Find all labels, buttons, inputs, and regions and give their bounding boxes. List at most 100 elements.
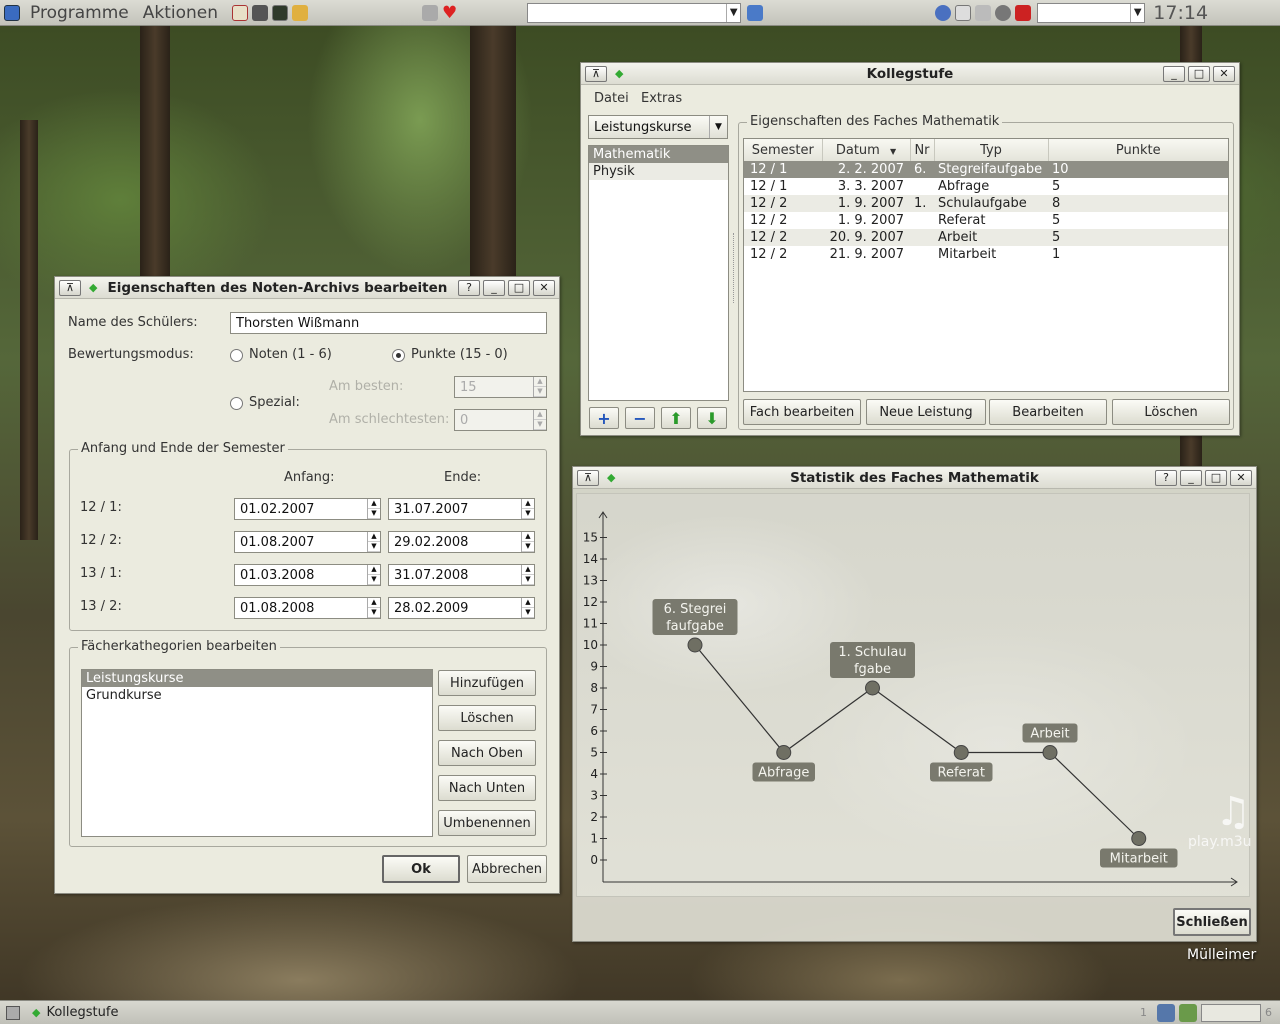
cancel-button[interactable]: Abbrechen	[467, 855, 547, 883]
task-kollegstufe[interactable]: Kollegstufe	[46, 1005, 118, 1020]
radio-spezial-label[interactable]: Spezial:	[249, 395, 300, 410]
help-button[interactable]: ?	[458, 279, 480, 296]
move-down-button[interactable]: ⬇	[697, 407, 727, 429]
table-row[interactable]: 12 / 2 20. 9. 2007 Arbeit 5	[744, 229, 1228, 246]
category-list[interactable]: Leistungskurse Grundkurse	[81, 669, 433, 837]
table-row[interactable]: 12 / 1 2. 2. 2007 6. Stegreifaufgabe 10	[744, 161, 1228, 178]
semester-start-date[interactable]: 01.02.2007 ▲ ▼	[234, 498, 381, 520]
delete-grade-button[interactable]: Löschen	[1112, 399, 1230, 425]
window-menu-icon[interactable]: ⊼	[59, 279, 81, 296]
maximize-button[interactable]: □	[508, 279, 530, 296]
category-item[interactable]: Grundkurse	[82, 687, 432, 704]
desktop-1[interactable]: 1	[1140, 1006, 1147, 1019]
delete-category-button[interactable]: Löschen	[438, 705, 536, 731]
desktop-6[interactable]: 6	[1265, 1006, 1272, 1019]
date-spinner[interactable]: ▲ ▼	[367, 499, 380, 519]
course-combo[interactable]: Leistungskurse ▼	[588, 115, 728, 139]
date-spinner[interactable]: ▲ ▼	[367, 565, 380, 585]
date-spinner[interactable]: ▲ ▼	[367, 532, 380, 552]
col-datum[interactable]: Datum ▼	[822, 139, 911, 161]
tray-combo[interactable]: ▼	[1037, 2, 1146, 23]
student-name-field[interactable]: Thorsten Wißmann	[230, 312, 547, 334]
semester-start-date[interactable]: 01.08.2007 ▲ ▼	[234, 531, 381, 553]
date-spinner[interactable]: ▲ ▼	[521, 598, 534, 618]
table-row[interactable]: 12 / 2 1. 9. 2007 1. Schulaufgabe 8	[744, 195, 1228, 212]
terminal-icon[interactable]	[272, 3, 289, 23]
pager-icon[interactable]	[1201, 1003, 1261, 1022]
edit-grade-button[interactable]: Bearbeiten	[989, 399, 1107, 425]
picture-icon[interactable]	[747, 3, 764, 23]
tray-icon[interactable]	[1179, 1003, 1197, 1022]
window-menu-icon[interactable]: ⊼	[577, 469, 599, 486]
semester-end-date[interactable]: 31.07.2007 ▲ ▼	[388, 498, 535, 520]
add-category-button[interactable]: Hinzufügen	[438, 670, 536, 696]
archive-titlebar[interactable]: ⊼ ◆ Eigenschaften des Noten-Archivs bear…	[55, 277, 559, 299]
subject-list[interactable]: Mathematik Physik	[588, 145, 729, 401]
semester-end-date[interactable]: 28.02.2009 ▲ ▼	[388, 597, 535, 619]
move-category-up-button[interactable]: Nach Oben	[438, 740, 536, 766]
chevron-down-icon[interactable]: ▼	[709, 116, 727, 138]
radio-spezial[interactable]	[230, 397, 243, 410]
col-nr[interactable]: Nr	[910, 139, 935, 161]
date-spinner[interactable]: ▲ ▼	[521, 565, 534, 585]
tray-cloud-icon[interactable]	[935, 3, 952, 23]
best-spinbox[interactable]: 15 ▲ ▼	[454, 376, 547, 398]
help-button[interactable]: ?	[1155, 469, 1177, 486]
radio-noten-label[interactable]: Noten (1 - 6)	[249, 347, 332, 362]
notes-icon[interactable]	[292, 3, 309, 23]
url-combo[interactable]: ▼	[527, 2, 742, 23]
col-semester[interactable]: Semester	[744, 139, 823, 161]
close-button[interactable]: ✕	[1213, 65, 1235, 82]
trash-label[interactable]: Mülleimer	[1187, 947, 1256, 963]
move-category-down-button[interactable]: Nach Unten	[438, 775, 536, 801]
network-icon[interactable]	[995, 3, 1012, 23]
edit-subject-button[interactable]: Fach bearbeiten	[743, 399, 861, 425]
menu-aktionen[interactable]: Aktionen	[143, 3, 218, 23]
worst-spinbox[interactable]: 0 ▲ ▼	[454, 409, 547, 431]
clock[interactable]: 17:14	[1153, 2, 1208, 24]
subject-item[interactable]: Mathematik	[589, 146, 728, 163]
col-typ[interactable]: Typ	[934, 139, 1049, 161]
minimize-button[interactable]: _	[483, 279, 505, 296]
statistics-titlebar[interactable]: ⊼ ◆ Statistik des Faches Mathematik ? _ …	[573, 467, 1256, 489]
subject-item[interactable]: Physik	[589, 163, 728, 180]
menu-extras[interactable]: Extras	[641, 91, 682, 106]
date-spinner[interactable]: ▲ ▼	[521, 499, 534, 519]
heart-icon[interactable]: ♥	[442, 3, 457, 23]
tray-icon[interactable]	[1157, 1003, 1175, 1022]
speaker-icon[interactable]	[975, 3, 992, 23]
table-row[interactable]: 12 / 2 1. 9. 2007 Referat 5	[744, 212, 1228, 229]
close-button[interactable]: ✕	[533, 279, 555, 296]
ok-button[interactable]: Ok	[382, 855, 460, 883]
floppy-icon[interactable]	[422, 3, 439, 23]
date-spinner[interactable]: ▲ ▼	[521, 532, 534, 552]
remove-subject-button[interactable]: −	[625, 407, 655, 429]
menu-programme[interactable]: Programme	[30, 3, 129, 23]
rename-category-button[interactable]: Umbenennen	[438, 810, 536, 836]
semester-start-date[interactable]: 01.03.2008 ▲ ▼	[234, 564, 381, 586]
grades-table[interactable]: Semester Datum ▼ Nr Typ Punkte 12 / 1 2. …	[743, 138, 1229, 392]
radio-punkte-label[interactable]: Punkte (15 - 0)	[411, 347, 508, 362]
table-row[interactable]: 12 / 2 21. 9. 2007 Mitarbeit 1	[744, 246, 1228, 263]
window-menu-icon[interactable]: ⊼	[585, 65, 607, 82]
add-subject-button[interactable]: +	[589, 407, 619, 429]
col-punkte[interactable]: Punkte	[1048, 139, 1228, 161]
radio-punkte[interactable]	[392, 349, 405, 362]
semester-end-date[interactable]: 31.07.2008 ▲ ▼	[388, 564, 535, 586]
category-item[interactable]: Leistungskurse	[82, 670, 432, 687]
show-desktop-icon[interactable]	[6, 1005, 20, 1020]
semester-end-date[interactable]: 29.02.2008 ▲ ▼	[388, 531, 535, 553]
ruby-icon[interactable]	[1015, 3, 1032, 23]
close-button[interactable]: ✕	[1230, 469, 1252, 486]
home-icon[interactable]	[232, 3, 249, 23]
minimize-button[interactable]: _	[1163, 65, 1185, 82]
radio-noten[interactable]	[230, 349, 243, 362]
move-up-button[interactable]: ⬆	[661, 407, 691, 429]
clipboard-icon[interactable]	[955, 3, 972, 23]
maximize-button[interactable]: □	[1205, 469, 1227, 486]
minimize-button[interactable]: _	[1180, 469, 1202, 486]
close-stats-button[interactable]: Schließen	[1173, 908, 1251, 936]
semester-start-date[interactable]: 01.08.2008 ▲ ▼	[234, 597, 381, 619]
kde-menu-icon[interactable]	[4, 3, 20, 23]
maximize-button[interactable]: □	[1188, 65, 1210, 82]
